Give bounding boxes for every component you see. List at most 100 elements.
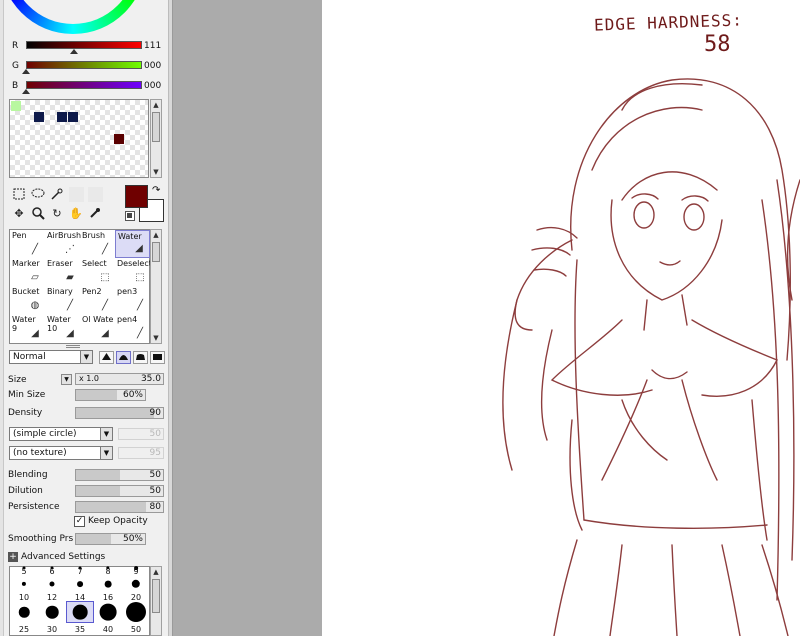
texture-strength: 95 [118, 447, 164, 459]
chevron-down-icon[interactable]: ▼ [100, 447, 112, 459]
size-slider[interactable]: x 1.0 35.0 [75, 373, 164, 385]
swap-colors-icon[interactable]: ↷ [152, 185, 160, 196]
brush-slot-binary[interactable]: Binary ╱ [45, 286, 80, 314]
swatch[interactable] [11, 101, 21, 111]
brush-slot-pen3[interactable]: pen3 ╱ [115, 286, 150, 314]
magic-wand-icon[interactable] [50, 188, 64, 202]
scroll-up-icon[interactable]: ▲ [151, 100, 161, 110]
drawing-canvas[interactable]: EDGE HARDNESS: 58 [322, 0, 800, 636]
scroll-down-icon[interactable]: ▼ [151, 167, 161, 177]
brush-slot-ol-wate[interactable]: Ol Wate ◢ [80, 314, 115, 342]
foreground-color[interactable] [125, 185, 148, 208]
blending-slider[interactable]: 50 [75, 469, 164, 481]
color-wheel[interactable] [0, 0, 146, 34]
brush-size-14[interactable] [66, 575, 94, 593]
smoothing-fill [76, 534, 111, 544]
edge-square-icon[interactable] [150, 351, 165, 364]
red-slider[interactable] [26, 41, 142, 49]
palette-scroll-thumb[interactable] [152, 112, 160, 142]
size-scroll-thumb[interactable] [152, 579, 160, 613]
brush-scroll-thumb[interactable] [152, 242, 160, 262]
brush-size-40[interactable] [94, 601, 122, 623]
edge-round-icon[interactable] [133, 351, 148, 364]
brush-slot-brush[interactable]: Brush ╱ [80, 230, 115, 258]
brush-slot-water-9[interactable]: Water 9 ◢ [10, 314, 45, 342]
blue-slider[interactable] [26, 81, 142, 89]
brush-slot-marker[interactable]: Marker ▱ [10, 258, 45, 286]
eyedropper-icon[interactable] [88, 207, 102, 221]
brush-size-dot [49, 581, 55, 587]
edge-hard-icon[interactable] [99, 351, 114, 364]
palette-scrollbar[interactable]: ▲ ▼ [150, 99, 162, 178]
brush-slot-pen2[interactable]: Pen2 ╱ [80, 286, 115, 314]
brush-scrollbar[interactable]: ▲ ▼ [150, 229, 162, 344]
dilution-slider[interactable]: 50 [75, 485, 164, 497]
scroll-up-icon[interactable]: ▲ [151, 567, 161, 577]
brush-size-dot [104, 580, 112, 588]
scroll-down-icon[interactable]: ▼ [151, 333, 161, 343]
dilution-fill [76, 486, 120, 496]
brush-slot-pen[interactable]: Pen ╱ [10, 230, 45, 258]
swatch[interactable] [114, 134, 124, 144]
brush-size-30[interactable] [38, 601, 66, 623]
rotate-icon[interactable]: ↻ [50, 207, 64, 221]
brush-slot-pen4[interactable]: pen4 ╱ [115, 314, 150, 342]
rect-select-icon[interactable] [12, 188, 26, 202]
brush-slot-select[interactable]: Select ⬚ [80, 258, 115, 286]
brush-size-16[interactable] [94, 575, 122, 593]
brush-slot-eraser[interactable]: Eraser ▰ [45, 258, 80, 286]
scroll-up-icon[interactable]: ▲ [151, 230, 161, 240]
brush-name: Binary [47, 287, 73, 296]
min-size-slider[interactable]: 60% [75, 389, 146, 401]
swatch[interactable] [57, 112, 67, 122]
brush-size-20[interactable] [122, 575, 150, 593]
chevron-down-icon[interactable]: ▼ [80, 351, 92, 363]
brush-size-dot [77, 581, 83, 587]
brush-slot-water[interactable]: Water ◢ [115, 230, 150, 258]
density-slider[interactable]: 90 [75, 407, 164, 419]
red-slider-thumb[interactable] [70, 49, 78, 54]
size-multiplier-dropdown-icon[interactable]: ▼ [61, 374, 72, 385]
swatch[interactable] [68, 112, 78, 122]
green-slider[interactable] [26, 61, 142, 69]
brush-slot-bucket[interactable]: Bucket ◍ [10, 286, 45, 314]
blue-slider-thumb[interactable] [22, 89, 30, 94]
brush-shape-dropdown[interactable]: (simple circle) ▼ [9, 427, 113, 441]
brush-slot-water-10[interactable]: Water 10 ◢ [45, 314, 80, 342]
texture-dropdown[interactable]: (no texture) ▼ [9, 446, 113, 460]
move-icon[interactable]: ✥ [12, 207, 26, 221]
blend-mode-dropdown[interactable]: Normal ▼ [9, 350, 93, 364]
brush-size-label: 25 [18, 625, 30, 634]
water-icon: ◢ [135, 243, 143, 254]
size-scrollbar[interactable]: ▲ [150, 566, 162, 636]
green-slider-thumb[interactable] [22, 69, 30, 74]
pen-icon: ╱ [136, 300, 144, 311]
keep-opacity-checkbox[interactable]: ✓ [74, 516, 85, 527]
chevron-down-icon[interactable]: ▼ [100, 428, 112, 440]
size-label: Size [8, 375, 27, 385]
swatch[interactable] [34, 112, 44, 122]
brush-slot-deselect[interactable]: Deselect ⬚ [115, 258, 152, 286]
lasso-icon[interactable] [31, 188, 45, 202]
density-label: Density [8, 408, 43, 418]
brush-size-label: 50 [130, 625, 142, 634]
keep-opacity-label: Keep Opacity [88, 516, 148, 526]
persistence-slider[interactable]: 80 [75, 501, 164, 513]
reset-colors-icon[interactable] [125, 211, 135, 221]
brush-size-35[interactable] [66, 601, 94, 623]
empty-tool-slot [88, 187, 103, 202]
zoom-icon[interactable] [31, 207, 45, 221]
hand-icon[interactable]: ✋ [69, 207, 83, 221]
panel-splitter-handle[interactable] [66, 345, 80, 348]
brush-size-25[interactable] [10, 601, 38, 623]
brush-slot-airbrush[interactable]: AirBrush ⋰ [45, 230, 82, 258]
brush-size-10[interactable] [10, 575, 38, 593]
swatch-palette[interactable] [9, 99, 149, 178]
brush-size-50[interactable] [122, 601, 150, 623]
smoothing-slider[interactable]: 50% [75, 533, 146, 545]
brush-name: AirBrush [47, 231, 82, 240]
brush-size-label: 40 [102, 625, 114, 634]
brush-size-dot [45, 605, 59, 619]
brush-size-12[interactable] [38, 575, 66, 593]
edge-soft-icon[interactable] [116, 351, 131, 364]
